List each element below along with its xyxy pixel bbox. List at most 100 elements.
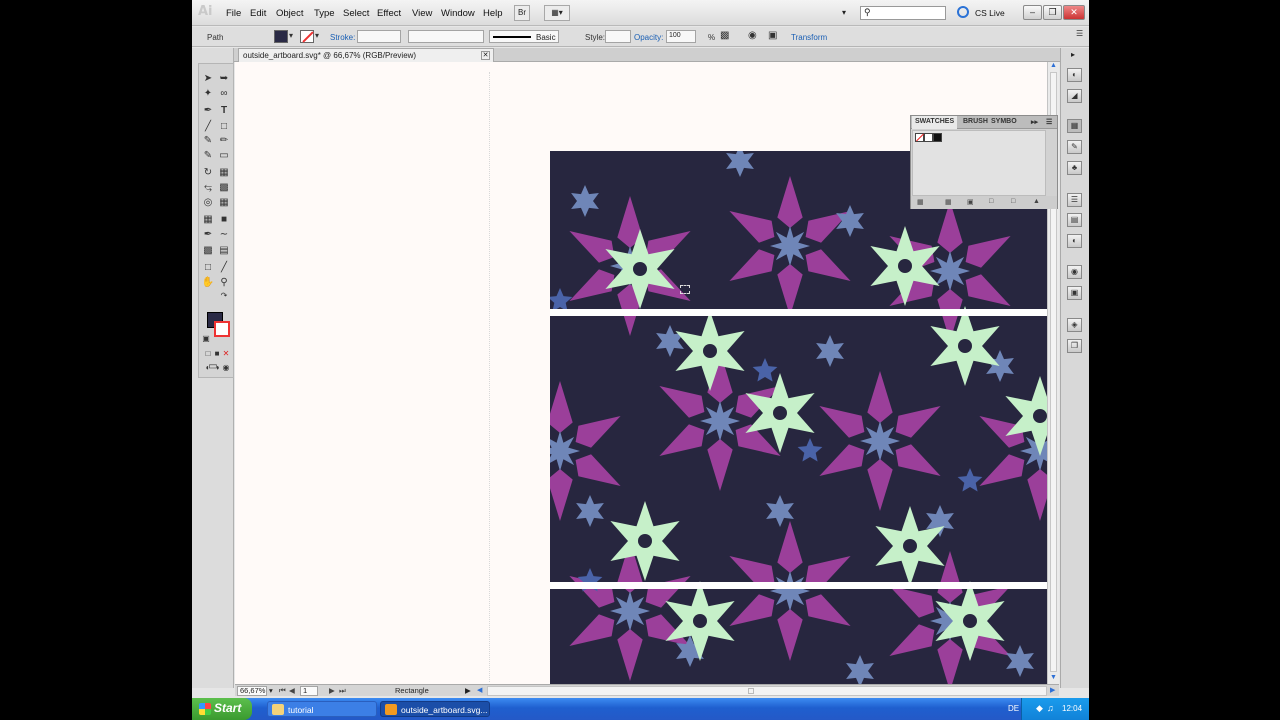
type-tool-icon[interactable]: T [217,104,231,117]
start-button[interactable]: Start [192,698,252,720]
eyedropper-icon[interactable]: ✒ [201,228,215,241]
zoom-dropdown-icon[interactable]: ▾ [269,686,273,695]
pattern-artwork[interactable] [550,151,1047,684]
arrange-documents-button[interactable]: ▦▾ [544,5,570,21]
first-artboard-icon[interactable]: ⏮ [279,686,286,696]
scroll-down-icon[interactable]: ▼ [1050,674,1057,681]
network-icon[interactable]: ◆ [1036,703,1043,714]
new-swatch-icon[interactable]: □ [1011,198,1015,205]
brushes-panel-icon[interactable]: ✎ [1067,140,1082,154]
hand-tool-icon[interactable]: ✋ [201,276,215,289]
swap-fill-stroke-icon[interactable]: ↷ [217,289,231,302]
artboard-number-field[interactable]: 1 [300,686,318,696]
menu-window[interactable]: Window [441,8,475,19]
symbols-panel-icon[interactable]: ♣ [1067,161,1082,175]
panel-menu-icon[interactable]: ☰ [1076,29,1083,38]
document-tab[interactable]: outside_artboard.svg* @ 66,67% (RGB/Prev… [238,48,494,62]
selection-tool-icon[interactable]: ➤ [201,72,215,85]
bridge-button[interactable]: Br [514,5,530,21]
menu-type[interactable]: Type [314,8,335,19]
blob-brush-icon[interactable]: ✎ [201,149,215,162]
pencil-tool-icon[interactable]: ✏ [217,134,231,147]
taskbar-item-illustrator[interactable]: outside_artboard.svg... [380,701,490,717]
scroll-left-icon[interactable]: ◀ [477,686,482,694]
column-graph-icon[interactable]: ▤ [217,244,231,257]
volume-icon[interactable]: ♫ [1047,703,1054,713]
close-tab-icon[interactable]: ✕ [481,51,490,60]
workspace-dropdown-icon[interactable]: ▾ [842,8,846,17]
panel-options-icon[interactable]: ☰ [1046,118,1052,126]
align-icon[interactable]: ▣ [768,30,777,41]
width-tool-icon[interactable]: ⥃ [201,181,215,194]
menu-select[interactable]: Select [343,8,369,19]
pen-tool-icon[interactable]: ✒ [201,104,215,117]
draw-inside-icon[interactable]: ◉ [219,361,233,374]
horizontal-scroll-thumb[interactable] [748,688,754,694]
scroll-right-icon[interactable]: ▶ [1050,686,1055,694]
swatch-options-icon[interactable]: ▣ [967,198,974,206]
previous-artboard-icon[interactable]: ◀ [289,686,295,695]
swatch-kind-icon[interactable]: ▦ [945,198,952,206]
menu-file[interactable]: File [226,8,241,19]
help-search-input[interactable]: ⚲ [860,6,946,20]
menu-effect[interactable]: Effect [377,8,401,19]
blend-tool-icon[interactable]: ∼ [217,228,231,241]
stroke-color-control[interactable] [300,30,314,43]
mesh-tool-icon[interactable]: ▦ [201,213,215,226]
transparency-panel-icon[interactable]: ◐ [1067,234,1082,248]
rotate-tool-icon[interactable]: ↻ [201,166,215,179]
rectangle-tool-icon[interactable]: □ [217,120,231,133]
perspective-grid-icon[interactable]: ▦ [217,196,231,209]
restore-button[interactable]: ❐ [1043,5,1062,20]
document-setup-icon[interactable]: ▩ [720,30,729,41]
close-button[interactable]: ✕ [1063,5,1085,20]
eraser-tool-icon[interactable]: ▭ [217,149,231,162]
minimize-button[interactable]: – [1023,5,1042,20]
slice-tool-icon[interactable]: ╱ [217,261,231,274]
tab-swatches[interactable]: SWATCHES [912,116,958,129]
paintbrush-tool-icon[interactable]: ✎ [201,134,215,147]
language-indicator[interactable]: DE [1008,704,1019,713]
magic-wand-icon[interactable]: ✦ [201,87,215,100]
brush-definition-dropdown[interactable]: Basic [489,30,559,43]
stroke-weight-field[interactable] [357,30,401,43]
free-transform-icon[interactable]: ▩ [217,181,231,194]
screen-mode-icon[interactable]: ▭ [206,360,220,373]
shape-builder-icon[interactable]: ◎ [201,196,215,209]
menu-edit[interactable]: Edit [250,8,266,19]
artboard-tool-icon[interactable]: □ [201,261,215,274]
color-guide-icon[interactable]: ◢ [1067,89,1082,103]
swatch-registration[interactable] [924,133,933,142]
delete-swatch-icon[interactable]: ▲ [1033,198,1040,205]
swatch-black[interactable] [933,133,942,142]
scale-tool-icon[interactable]: ▦ [217,166,231,179]
transform-link[interactable]: Transform [791,33,827,42]
none-mode-icon[interactable]: ✕ [219,347,233,360]
zoom-tool-icon[interactable]: ⚲ [217,276,231,289]
symbol-sprayer-icon[interactable]: ▩ [201,244,215,257]
next-artboard-icon[interactable]: ▶ [329,686,335,695]
direct-selection-tool-icon[interactable]: ➥ [217,72,231,85]
chevron-down-icon[interactable]: ▾ [315,31,319,40]
tab-brushes[interactable]: BRUSH [963,118,988,125]
lasso-tool-icon[interactable]: ∞ [217,87,231,100]
new-color-group-icon[interactable]: □ [989,198,993,205]
stroke-swatch[interactable] [214,321,230,337]
gradient-panel-icon[interactable]: ▤ [1067,213,1082,227]
taskbar-item-tutorial[interactable]: tutorial [267,701,377,717]
fill-color-control[interactable] [274,30,288,43]
color-panel-icon[interactable]: ◐ [1067,68,1082,82]
swatch-none[interactable] [915,133,924,142]
line-tool-icon[interactable]: ╱ [201,120,215,133]
appearance-panel-icon[interactable]: ◉ [1067,265,1082,279]
default-colors-icon[interactable]: ▣ [199,332,213,345]
swatches-panel-icon[interactable]: ▦ [1067,119,1082,133]
menu-object[interactable]: Object [276,8,303,19]
scroll-up-icon[interactable]: ▲ [1050,62,1057,69]
gradient-tool-icon[interactable]: ■ [217,213,231,226]
menu-view[interactable]: View [412,8,432,19]
menu-help[interactable]: Help [483,8,503,19]
opacity-link[interactable]: Opacity: [634,33,663,42]
tab-symbols[interactable]: SYMBO [991,118,1017,125]
variable-width-profile-dropdown[interactable] [408,30,484,43]
